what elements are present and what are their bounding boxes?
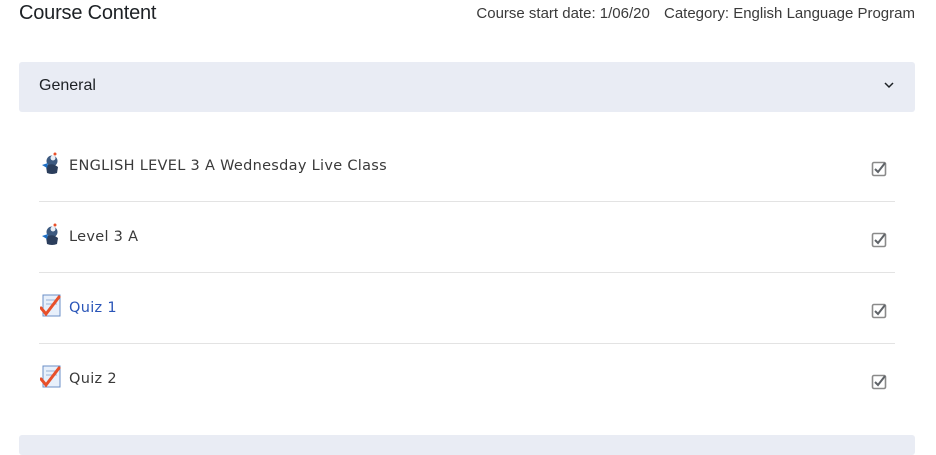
next-section-header[interactable]: [19, 435, 915, 455]
activity-item[interactable]: Level 3 A: [39, 202, 895, 273]
bigbluebutton-icon: [42, 152, 58, 174]
course-meta: Course start date: 1/06/20 Category: Eng…: [476, 5, 915, 22]
activity-label[interactable]: ENGLISH LEVEL 3 A Wednesday Live Class: [69, 158, 387, 174]
completion-checkbox-icon[interactable]: [871, 374, 887, 390]
activity-item[interactable]: Quiz 1: [39, 273, 895, 344]
activity-item[interactable]: ENGLISH LEVEL 3 A Wednesday Live Class: [39, 131, 895, 202]
chevron-down-icon[interactable]: [883, 79, 895, 91]
quiz-icon: [40, 294, 61, 317]
completion-checkbox-icon[interactable]: [871, 232, 887, 248]
activity-list: ENGLISH LEVEL 3 A Wednesday Live Class L…: [39, 131, 895, 415]
activity-item[interactable]: Quiz 2: [39, 344, 895, 415]
activity-label[interactable]: Level 3 A: [69, 229, 138, 245]
page-title: Course Content: [19, 2, 157, 24]
completion-checkbox-icon[interactable]: [871, 161, 887, 177]
bigbluebutton-icon: [42, 223, 58, 245]
course-category: Category: English Language Program: [664, 5, 915, 22]
course-start-date: Course start date: 1/06/20: [476, 5, 650, 22]
completion-checkbox-icon[interactable]: [871, 303, 887, 319]
section-header-general[interactable]: General: [19, 62, 915, 112]
activity-label[interactable]: Quiz 2: [69, 371, 117, 387]
activity-label[interactable]: Quiz 1: [69, 300, 117, 316]
quiz-icon: [40, 365, 61, 388]
section-title: General: [39, 77, 96, 94]
